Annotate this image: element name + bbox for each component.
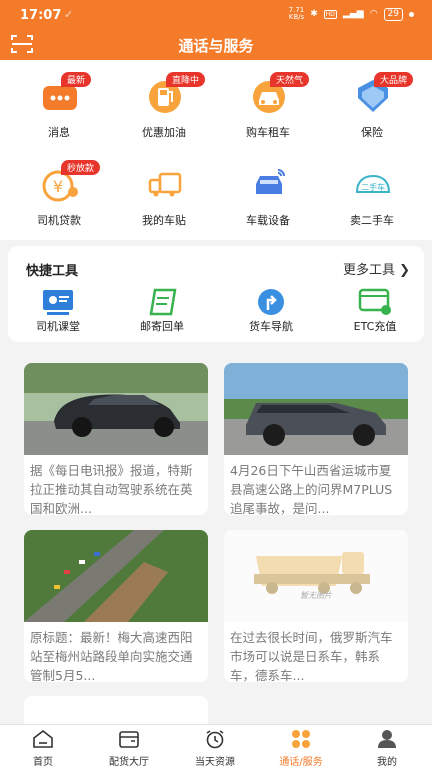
service-car-rental[interactable]: 天然气 购车租车 (218, 62, 318, 142)
news-card[interactable]: 原标题：最新！梅大高速西阳站至梅州站路段单向实施交通管制5月5... (24, 530, 208, 682)
tab-home[interactable]: 首页 (0, 729, 86, 768)
tab-label: 我的 (377, 757, 397, 768)
home-icon (33, 729, 53, 748)
wifi-icon: ◠ (369, 9, 378, 19)
service-fuel-discount[interactable]: 直降中 优惠加油 (114, 62, 214, 142)
service-label: 卖二手车 (350, 214, 394, 227)
driver-classroom-icon (43, 290, 73, 315)
tool-label: 货车导航 (249, 320, 293, 333)
tab-daily-resources[interactable]: 当天资源 (172, 729, 258, 768)
hd-icon: HD (323, 9, 337, 19)
tool-label: 邮寄回单 (140, 320, 184, 333)
service-badge: 最新 (61, 72, 92, 87)
news-excerpt: 4月26日下午山西省运城市夏县高速公路上的问界M7PLUS追尾事故，是问... (230, 463, 393, 515)
news-excerpt: 在过去很长时间，俄罗斯汽车市场可以说是日系车，韩系车，德系车... (230, 630, 393, 682)
profile-icon (378, 730, 396, 748)
status-bar: 17:07 ✓ 7.71 KB/s ✱ HD ▂▄▆ ◠ 29 (0, 0, 432, 30)
tab-services[interactable]: 通话/服务 (258, 729, 344, 768)
car-device-icon (256, 169, 285, 194)
news-card[interactable]: 据《每日电讯报》报道，特斯拉正推动其自动驾驶系统在英国和欧洲... (24, 363, 208, 515)
tool-etc-recharge[interactable]: ETC充值 (325, 286, 425, 338)
tab-profile[interactable]: 我的 (344, 729, 430, 768)
service-label: 保险 (361, 126, 383, 139)
service-grid-icon (292, 730, 310, 748)
service-badge: 直降中 (166, 72, 206, 87)
charging-dot-icon (409, 11, 414, 17)
news-card[interactable]: 4月26日下午山西省运城市夏县高速公路上的问界M7PLUS追尾事故，是问... (224, 363, 408, 515)
news-image (224, 363, 408, 455)
etc-recharge-icon (358, 288, 391, 315)
tab-label: 当天资源 (195, 757, 235, 768)
news-image-placeholder: 暂无图片 (224, 530, 408, 622)
news-image (24, 530, 208, 622)
svg-text:二手车: 二手车 (361, 182, 385, 192)
alarm-clock-icon (206, 730, 224, 749)
service-badge: 天然气 (270, 72, 310, 87)
news-card[interactable]: 暂无图片 在过去很长时间，俄罗斯汽车市场可以说是日系车，韩系车，德系车... (224, 530, 408, 682)
more-tools-link[interactable]: 更多工具 ❯ (343, 259, 410, 278)
bluetooth-icon: ✱ (310, 9, 318, 19)
tool-mail-receipt[interactable]: 邮寄回单 (112, 286, 212, 338)
tab-label: 首页 (33, 757, 53, 768)
service-driver-loan[interactable]: ¥ 秒放款 司机贷款 (9, 150, 109, 230)
tool-label: 司机课堂 (36, 320, 80, 333)
service-sell-used-car[interactable]: 二手车 卖二手车 (322, 150, 422, 230)
svg-text:¥: ¥ (53, 177, 63, 196)
signal-icon: ▂▄▆ (342, 9, 364, 19)
service-label: 司机贷款 (37, 214, 81, 227)
no-image-label: 暂无图片 (300, 591, 332, 600)
service-car-device[interactable]: 车载设备 (218, 150, 318, 230)
news-image (24, 363, 208, 455)
app-header: 通话与服务 (0, 30, 432, 60)
status-indicators: 7.71 KB/s ✱ HD ▂▄▆ ◠ 29 (289, 7, 414, 21)
cargo-hall-icon (119, 731, 139, 748)
tool-truck-navigation[interactable]: 货车导航 (221, 286, 321, 338)
bottom-tab-bar: 首页 配货大厅 当天资源 通话/服务 我的 (0, 724, 432, 768)
service-truck-sticker[interactable]: 我的车贴 (114, 150, 214, 230)
quick-tools-title: 快捷工具 (26, 264, 79, 279)
service-label: 优惠加油 (142, 126, 186, 139)
dump-truck-icon (254, 552, 370, 594)
tab-label: 配货大厅 (109, 757, 149, 768)
battery-icon: 29 (383, 7, 403, 21)
service-label: 消息 (48, 126, 70, 139)
quick-tools-card: 快捷工具 更多工具 ❯ 司机课堂 邮寄回单 货车导航 ETC充值 (8, 246, 424, 342)
mail-receipt-icon (149, 288, 177, 316)
check-icon: ✓ (64, 8, 74, 21)
service-badge: 大品牌 (374, 72, 414, 87)
used-car-icon: 二手车 (355, 174, 391, 193)
service-label: 购车租车 (246, 126, 290, 139)
status-time: 17:07 (20, 8, 62, 23)
service-label: 车载设备 (246, 214, 290, 227)
truck-navigation-icon (258, 289, 284, 315)
services-grid: 最新 消息 直降中 优惠加油 天然气 购车租车 大品牌 保险 ¥ 秒放款 司机贷… (0, 60, 432, 240)
tab-cargo-hall[interactable]: 配货大厅 (86, 729, 172, 768)
tab-label: 通话/服务 (279, 757, 323, 768)
news-card-partial[interactable] (24, 696, 208, 726)
tool-driver-classroom[interactable]: 司机课堂 (8, 286, 108, 338)
service-label: 我的车贴 (142, 214, 186, 227)
service-message[interactable]: 最新 消息 (9, 62, 109, 142)
truck-sticker-icon (148, 172, 182, 197)
news-excerpt: 原标题：最新！梅大高速西阳站至梅州站路段单向实施交通管制5月5... (30, 630, 193, 682)
service-insurance[interactable]: 大品牌 保险 (322, 62, 422, 142)
tool-label: ETC充值 (353, 320, 397, 333)
network-speed: 7.71 KB/s (288, 6, 305, 21)
page-title: 通话与服务 (178, 37, 254, 55)
news-excerpt: 据《每日电讯报》报道，特斯拉正推动其自动驾驶系统在英国和欧洲... (30, 463, 193, 515)
service-badge: 秒放款 (61, 160, 101, 175)
